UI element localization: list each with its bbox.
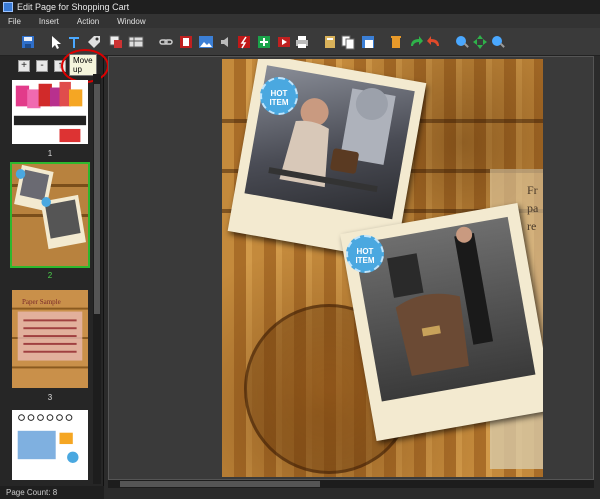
menu-insert[interactable]: Insert <box>39 17 59 26</box>
menu-window[interactable]: Window <box>117 17 145 26</box>
image-layer-icon[interactable] <box>108 34 124 50</box>
add-icon[interactable] <box>256 34 272 50</box>
thumbnail-scrollbar[interactable] <box>93 74 101 484</box>
tooltip-move-up: Move up <box>69 54 97 76</box>
page-thumbnail-2[interactable] <box>10 162 90 268</box>
page-thumbnail-panel: + - ↑ ↓ Move up 1 <box>0 49 109 486</box>
copy-icon[interactable] <box>340 34 356 50</box>
zoom-in-icon[interactable] <box>454 34 470 50</box>
tag-icon[interactable] <box>86 34 102 50</box>
canvas-horizontal-scrollbar[interactable] <box>108 480 594 488</box>
undo-icon[interactable] <box>426 34 442 50</box>
add-page-icon[interactable]: + <box>18 60 30 72</box>
save-icon[interactable] <box>20 34 36 50</box>
sound-icon[interactable] <box>218 34 234 50</box>
menu-action[interactable]: Action <box>77 17 99 26</box>
cut-icon[interactable] <box>322 34 338 50</box>
fit-icon[interactable] <box>472 34 488 50</box>
link-icon[interactable] <box>158 34 174 50</box>
menu-file[interactable]: File <box>8 17 21 26</box>
flash-icon[interactable] <box>236 34 252 50</box>
select-arrow-icon[interactable] <box>48 34 64 50</box>
redo-icon[interactable] <box>408 34 424 50</box>
page-thumbnail-3[interactable]: Paper Sample <box>10 288 90 390</box>
video-icon[interactable] <box>276 34 292 50</box>
hot-item-badge-2: HOT ITEM <box>346 235 384 273</box>
picture-icon[interactable] <box>198 34 214 50</box>
thumbnail-caption: Paper Sample <box>22 298 61 306</box>
table-icon[interactable] <box>128 34 144 50</box>
paste-icon[interactable] <box>360 34 376 50</box>
side-text-3: re <box>527 219 537 233</box>
zoom-out-icon[interactable] <box>490 34 506 50</box>
page-preview[interactable]: Fr pa re HOT ITEM HOT ITEM <box>222 59 543 477</box>
menu-bar: File Insert Action Window <box>0 14 600 28</box>
window-title: Edit Page for Shopping Cart <box>17 2 130 12</box>
editor-canvas: Fr pa re HOT ITEM HOT ITEM <box>108 56 594 480</box>
scrollbar-thumb[interactable] <box>120 481 320 487</box>
text-icon[interactable] <box>66 34 82 50</box>
page-number-1: 1 <box>47 149 53 158</box>
side-text-2: pa <box>527 201 539 215</box>
thumbnail-image <box>12 410 88 480</box>
film-icon[interactable] <box>178 34 194 50</box>
delete-page-icon[interactable]: - <box>36 60 48 72</box>
page-number-2: 2 <box>47 271 53 280</box>
thumbnail-image <box>12 80 88 144</box>
app-icon <box>3 2 13 12</box>
title-bar: Edit Page for Shopping Cart <box>0 0 600 14</box>
page-thumbnail-4[interactable] <box>10 408 90 482</box>
hot-item-badge-1: HOT ITEM <box>260 77 298 115</box>
page-thumbnail-1[interactable] <box>10 78 90 146</box>
scrollbar-thumb[interactable] <box>94 84 100 314</box>
thumbnail-image <box>12 164 88 266</box>
delete-icon[interactable] <box>388 34 404 50</box>
page-count-label: Page Count: 8 <box>0 486 104 499</box>
side-text-1: Fr <box>527 183 538 197</box>
print-icon[interactable] <box>294 34 310 50</box>
page-number-3: 3 <box>47 393 53 402</box>
